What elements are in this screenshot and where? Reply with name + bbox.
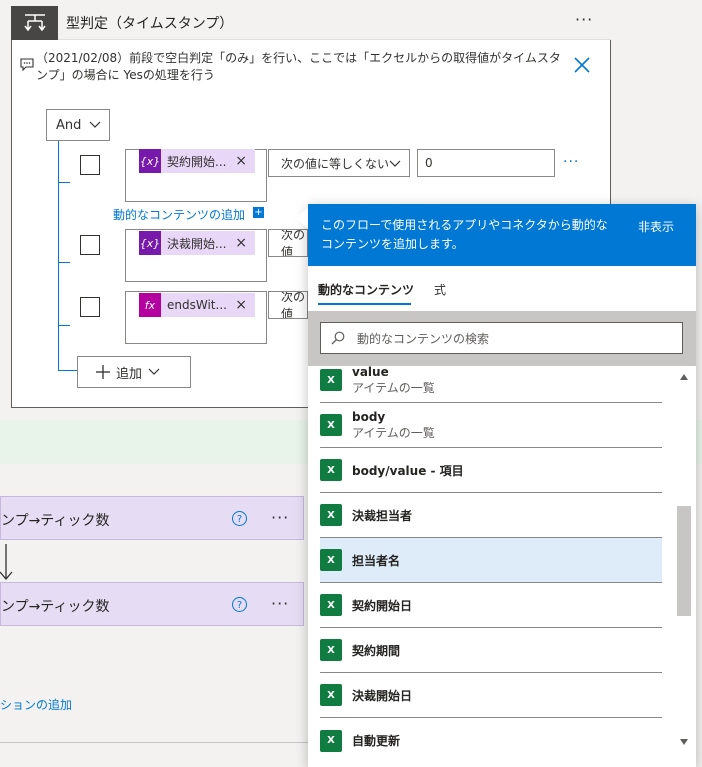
item-title: 決裁担当者 [352,508,413,523]
dynamic-content-item[interactable]: X value アイテムの一覧 [320,358,662,403]
excel-icon: X [320,414,342,436]
remove-token-icon[interactable]: × [235,235,247,251]
dynamic-content-item[interactable]: X 担当者名 [320,538,662,583]
condition-comment: （2021/02/08）前段で空白判定「のみ」を行い、ここでは「エクセルからの取… [36,51,561,82]
chevron-down-icon [89,121,101,128]
condition-operator-dropdown[interactable]: 次の値 [268,229,308,257]
excel-icon: X [320,504,342,526]
item-title: body/value - 項目 [352,463,464,478]
tree-branch [58,262,70,263]
condition-value: 0 [425,156,433,170]
group-operator-label: And [56,117,82,133]
expression-token[interactable]: fx endsWit... × [139,293,255,317]
group-operator-dropdown[interactable]: And [46,109,110,141]
dynamic-content-item[interactable]: X body/value - 項目 [320,448,662,493]
scrollbar-thumb[interactable] [677,506,691,616]
dynamic-content-item[interactable]: X 決裁担当者 [320,493,662,538]
condition-value-input[interactable]: 0 [417,149,555,177]
operator-label: 次の値 [281,229,306,257]
item-title: 契約開始日 [352,598,413,613]
compose-card-1[interactable]: ンプ→ティック数 ? ··· [0,496,304,540]
variable-icon: {x} [139,231,161,255]
row-select-checkbox[interactable] [80,297,100,317]
variable-icon: {x} [139,149,161,173]
excel-icon: X [320,369,342,391]
dynamic-content-item[interactable]: X 契約期間 [320,628,662,673]
compose-card-2[interactable]: ンプ→ティック数 ? ··· [0,582,304,626]
tree-line [58,141,59,370]
dynamic-content-item[interactable]: X 自動更新 [320,718,662,763]
operator-label: 次の値に等しくない [281,156,390,171]
compose-card-2-title: ンプ→ティック数 [1,599,110,615]
tree-branch [58,370,77,371]
close-icon[interactable] [572,55,592,75]
row-more-icon[interactable]: ··· [563,154,579,170]
tree-branch [58,182,70,183]
remove-token-icon[interactable]: × [235,153,247,169]
tab-dynamic-content[interactable]: 動的なコンテンツ [318,281,414,298]
operator-label: 次の値 [281,291,306,319]
more-options-icon[interactable]: ··· [271,594,289,613]
excel-icon: X [320,639,342,661]
chevron-down-icon [148,368,160,375]
chevron-down-icon [389,160,401,167]
excel-icon: X [320,729,342,752]
token-label: endsWit... [167,298,227,312]
row-select-checkbox[interactable] [80,155,100,175]
plus-icon [96,365,110,379]
add-row-label: 追加 [116,366,143,382]
help-icon[interactable]: ? [232,597,247,612]
scroll-down-icon[interactable] [680,739,688,745]
dynamic-content-item[interactable]: X body アイテムの一覧 [320,403,662,448]
add-dynamic-content-icon[interactable]: + [253,207,264,218]
remove-token-icon[interactable]: × [235,297,247,313]
add-action-link[interactable]: ションの追加 [0,696,72,713]
dynamic-content-item[interactable]: X 決裁開始日 [320,673,662,718]
item-title: body [352,409,386,424]
search-icon [331,331,345,345]
item-title: value [352,364,389,379]
dynamic-content-description: このフローで使用されるアプリやコネクタから動的なコンテンツを追加します。 [321,218,608,251]
excel-icon: X [320,684,342,706]
more-options-icon[interactable]: ··· [271,508,289,527]
item-subtitle: アイテムの一覧 [352,425,435,440]
add-dynamic-content-link[interactable]: 動的なコンテンツの追加 [113,206,245,223]
help-icon[interactable]: ? [232,511,247,526]
add-row-button[interactable]: 追加 [77,356,191,388]
item-title: 自動更新 [352,734,401,748]
token-label: 決裁開始... [167,236,227,251]
dynamic-token[interactable]: {x} 決裁開始... × [139,231,255,255]
dynamic-content-item[interactable]: X 契約開始日 [320,583,662,628]
row-select-checkbox[interactable] [80,235,100,255]
panel-pointer [295,208,308,228]
compose-card-1-title: ンプ→ティック数 [1,513,110,529]
condition-icon [11,6,58,40]
arrow-down-icon [0,544,13,580]
search-placeholder: 動的なコンテンツの検索 [357,331,490,346]
condition-title: 型判定（タイムスタンプ） [66,16,234,32]
excel-icon: X [320,549,342,571]
hide-panel-button[interactable]: 非表示 [638,218,674,235]
tab-expression[interactable]: 式 [434,281,446,298]
tree-branch [58,325,70,326]
excel-icon: X [320,459,342,481]
comment-icon [20,58,34,71]
condition-operator-dropdown[interactable]: 次の値に等しくない [268,149,410,177]
excel-icon: X [320,594,342,616]
dynamic-token[interactable]: {x} 契約開始... × [139,149,255,173]
condition-operator-dropdown[interactable]: 次の値 [268,291,308,319]
divider [0,742,310,743]
more-options-icon[interactable]: ··· [575,10,593,29]
expression-icon: fx [139,293,161,317]
item-title: 担当者名 [352,553,401,568]
scroll-up-icon[interactable] [680,374,688,380]
token-label: 契約開始... [167,154,227,169]
active-tab-indicator [318,303,411,305]
search-input[interactable]: 動的なコンテンツの検索 [320,322,683,354]
item-title: 契約期間 [352,643,401,658]
item-subtitle: アイテムの一覧 [352,380,435,395]
item-title: 決裁開始日 [352,688,413,703]
